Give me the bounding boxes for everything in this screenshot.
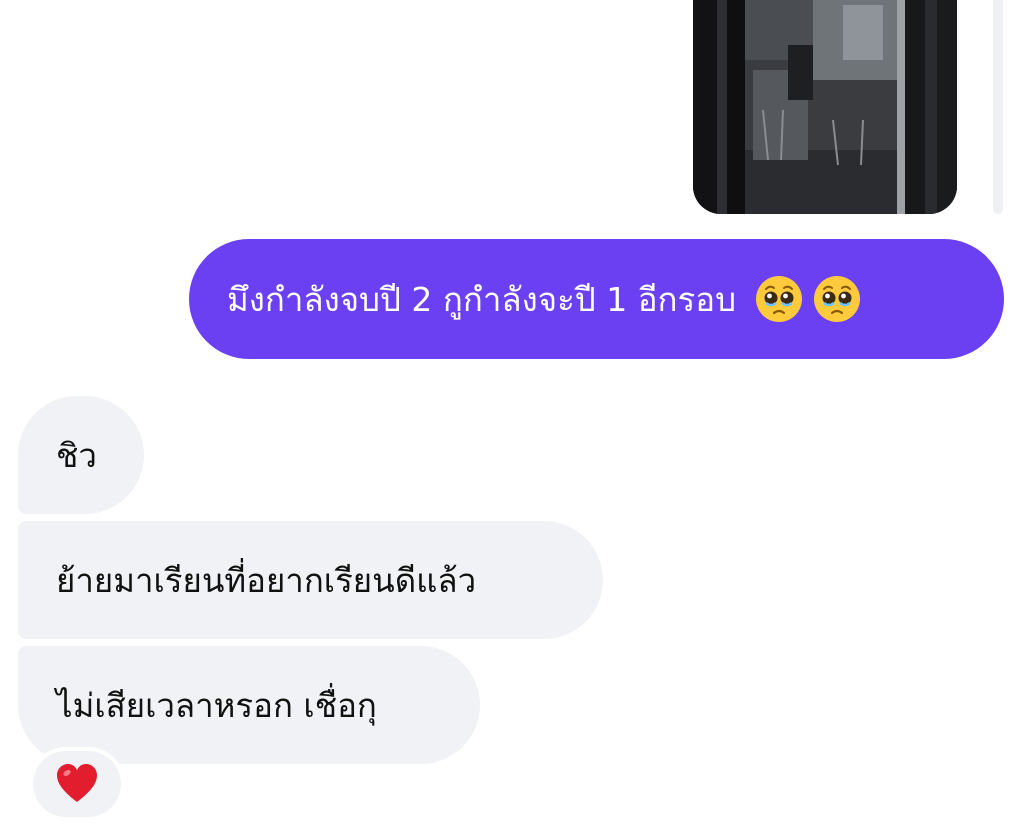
- outgoing-message-emojis: [754, 274, 862, 324]
- chat-screen: มึงกำลังจบปี 2 กูกำลังจะปี 1 อีกรอบ ชิว …: [0, 0, 1029, 832]
- photo-glass-door-image: [693, 0, 957, 214]
- incoming-message-bubble[interactable]: ย้ายมาเรียนที่อยากเรียนดีแล้ว: [18, 521, 603, 639]
- pleading-face-icon: [814, 276, 861, 322]
- outgoing-message-text: มึงกำลังจบปี 2 กูกำลังจะปี 1 อีกรอบ: [227, 279, 737, 319]
- pleading-face-icon: [756, 276, 803, 322]
- photo-message[interactable]: [693, 0, 957, 214]
- scrollbar[interactable]: [993, 0, 1003, 214]
- outgoing-message-bubble[interactable]: มึงกำลังจบปี 2 กูกำลังจะปี 1 อีกรอบ: [189, 239, 1004, 359]
- incoming-message-bubble[interactable]: ไม่เสียเวลาหรอก เชื่อกุ: [18, 646, 480, 764]
- red-heart-icon: [57, 764, 97, 802]
- incoming-message-text: ไม่เสียเวลาหรอก เชื่อกุ: [56, 685, 377, 725]
- incoming-message-bubble[interactable]: ชิว: [18, 396, 144, 514]
- incoming-message-text: ชิว: [56, 435, 97, 475]
- incoming-message-text: ย้ายมาเรียนที่อยากเรียนดีแล้ว: [56, 560, 477, 600]
- message-reaction[interactable]: [33, 751, 121, 817]
